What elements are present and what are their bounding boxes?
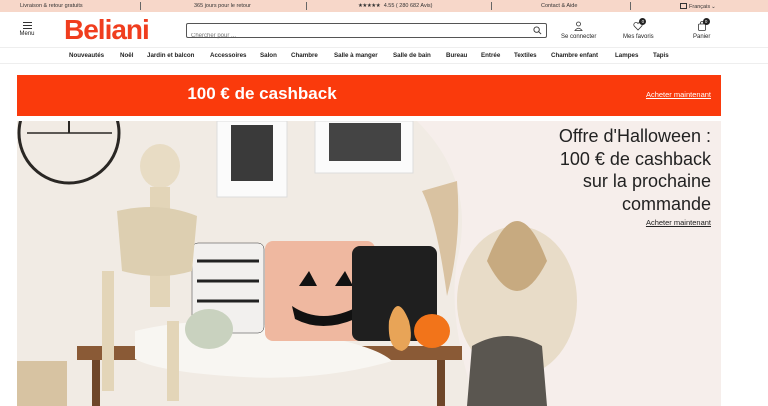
nav-item-salon[interactable]: Salon — [260, 52, 277, 59]
favorites-label: Mes favoris — [623, 34, 654, 40]
language-selector[interactable]: Français⌄ — [680, 3, 716, 10]
nav-item-salle-de-bain[interactable]: Salle de bain — [393, 52, 431, 59]
cart-label: Panier — [693, 34, 711, 40]
divider — [140, 2, 141, 10]
favorites-count-badge: 0 — [639, 18, 647, 25]
language-icon — [680, 3, 687, 9]
nav-item-jardin-et-balcon[interactable]: Jardin et balcon — [147, 52, 194, 59]
cart-button[interactable]: 0 Panier — [693, 18, 711, 40]
offer-line-3: sur la prochaine — [582, 171, 711, 191]
cart-count-badge: 0 — [702, 18, 710, 25]
halloween-offer-text: Offre d'Halloween : 100 € de cashback su… — [471, 125, 711, 215]
search-icon[interactable] — [533, 26, 542, 35]
hero-shop-now-link[interactable]: Acheter maintenant — [646, 218, 711, 227]
rating-stars-icon: ★★★★★ — [358, 3, 381, 9]
search-bar[interactable] — [186, 23, 547, 43]
language-label: Français — [689, 4, 711, 10]
nav-item-chambre-enfant[interactable]: Chambre enfant — [551, 52, 598, 59]
menu-button[interactable]: Menu — [16, 20, 38, 37]
rating-widget[interactable]: ★★★★★ 4.55 ( 280 682 Avis) — [358, 3, 433, 9]
cashback-banner[interactable]: 100 € de cashback Acheter maintenant — [17, 75, 721, 116]
free-delivery-text: Livraison & retour gratuits — [20, 3, 83, 9]
returns-text: 365 jours pour le retour — [194, 3, 251, 9]
beliani-logo[interactable]: Beliani — [64, 15, 150, 45]
rating-text: 4.55 ( 280 682 Avis) — [383, 3, 433, 9]
hamburger-icon — [16, 22, 38, 29]
login-button[interactable]: Se connecter — [561, 21, 596, 40]
contact-help-link[interactable]: Contact & Aide — [541, 3, 577, 9]
nav-item-accessoires[interactable]: Accessoires — [210, 52, 246, 59]
chevron-down-icon: ⌄ — [711, 4, 716, 10]
top-info-bar: Livraison & retour gratuits 365 jours po… — [0, 0, 768, 12]
nav-item-chambre[interactable]: Chambre — [291, 52, 318, 59]
divider — [306, 2, 307, 10]
menu-label: Menu — [19, 31, 35, 37]
offer-line-4: commande — [621, 193, 711, 214]
cashback-title: 100 € de cashback — [187, 84, 337, 103]
header: Menu Beliani Se connecter 0 Mes favoris … — [0, 12, 768, 46]
search-input[interactable] — [187, 29, 527, 43]
nav-item-entree[interactable]: Entrée — [481, 52, 500, 59]
user-icon — [574, 21, 583, 31]
offer-line-2: 100 € de cashback — [559, 148, 711, 169]
divider — [630, 2, 631, 10]
nav-item-salle-a-manger[interactable]: Salle à manger — [334, 52, 378, 59]
nav-item-textiles[interactable]: Textiles — [514, 52, 537, 59]
divider — [491, 2, 492, 10]
halloween-hero[interactable]: Offre d'Halloween : 100 € de cashback su… — [17, 121, 721, 406]
favorites-button[interactable]: 0 Mes favoris — [623, 18, 654, 40]
category-nav: Nouveautés Noël Jardin et balcon Accesso… — [0, 47, 768, 64]
nav-item-lampes[interactable]: Lampes — [615, 52, 638, 59]
nav-item-bureau[interactable]: Bureau — [446, 52, 467, 59]
offer-line-1: Offre d'Halloween : — [558, 126, 711, 146]
nav-item-tapis[interactable]: Tapis — [653, 52, 669, 59]
nav-item-nouveautes[interactable]: Nouveautés — [69, 52, 104, 59]
banner-shop-now-link[interactable]: Acheter maintenant — [646, 90, 711, 99]
nav-item-noel[interactable]: Noël — [120, 52, 133, 59]
login-label: Se connecter — [561, 34, 597, 40]
